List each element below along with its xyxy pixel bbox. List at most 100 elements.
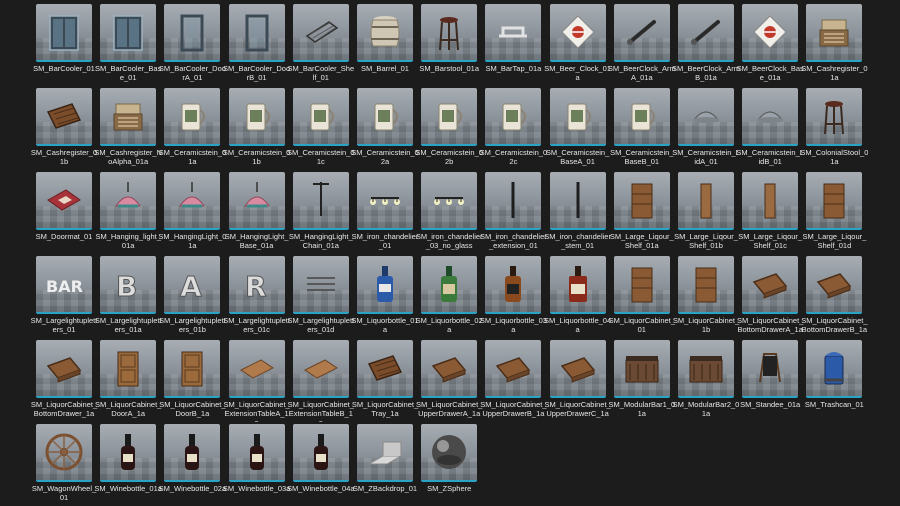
asset-thumbnail[interactable]: R	[228, 256, 285, 314]
asset-thumbnail[interactable]	[292, 4, 349, 62]
asset-thumbnail[interactable]	[742, 4, 799, 62]
asset-thumbnail[interactable]	[36, 88, 92, 146]
asset-tile[interactable]: SM_ColonialStool_01a	[800, 88, 870, 168]
asset-tile[interactable]: B SM_Largelightupletters_01a	[95, 256, 164, 336]
asset-tile[interactable]: SM_Doormat_01	[36, 172, 100, 252]
asset-thumbnail[interactable]	[100, 88, 157, 146]
asset-thumbnail[interactable]	[292, 172, 349, 230]
asset-tile[interactable]: SM_BarCooler_DoorA_01	[159, 4, 228, 84]
asset-tile[interactable]: SM_Ceramicstein_02c	[480, 88, 549, 168]
asset-thumbnail[interactable]	[36, 340, 92, 398]
asset-thumbnail[interactable]	[806, 172, 863, 230]
asset-tile[interactable]: SM_Ceramicstein_LidA_01	[672, 88, 742, 168]
asset-tile[interactable]: SM_BarCooler_Shelf_01	[287, 4, 357, 84]
asset-thumbnail[interactable]	[485, 88, 542, 146]
asset-tile[interactable]: SM_ZBackdrop_01	[353, 424, 421, 504]
asset-thumbnail[interactable]	[100, 172, 157, 230]
asset-tile[interactable]: SM_Barrel_01	[357, 4, 421, 84]
asset-thumbnail[interactable]	[485, 340, 542, 398]
asset-thumbnail[interactable]	[549, 88, 606, 146]
asset-tile[interactable]: SM_ModularBar2_01a	[673, 340, 742, 420]
asset-thumbnail[interactable]	[806, 340, 863, 398]
asset-thumbnail[interactable]	[357, 340, 413, 398]
asset-tile[interactable]: SM_BarCooler_DoorB_01	[223, 4, 293, 84]
asset-tile[interactable]: SM_iron_chandelier_extension_01	[480, 172, 549, 252]
asset-tile[interactable]: SM_iron_chandelier_01	[352, 172, 421, 252]
asset-tile[interactable]: SM_Cashregister_01a	[801, 4, 870, 84]
asset-thumbnail[interactable]	[292, 256, 349, 314]
asset-tile[interactable]: SM_Cashregister_01b	[31, 88, 100, 168]
asset-tile[interactable]: A SM_Largelightupletters_01b	[159, 256, 228, 336]
asset-tile[interactable]: SM_Liquorbottle_04a	[544, 256, 614, 336]
asset-thumbnail[interactable]	[421, 4, 478, 62]
asset-tile[interactable]: SM_Winebottle_03a	[223, 424, 293, 504]
asset-thumbnail[interactable]	[164, 424, 221, 482]
asset-thumbnail[interactable]: BAR	[36, 256, 92, 314]
asset-thumbnail[interactable]	[357, 172, 413, 230]
asset-tile[interactable]: SM_LiquorCabinet_BottomDrawer_1a	[31, 340, 100, 420]
asset-thumbnail[interactable]	[549, 172, 606, 230]
asset-thumbnail[interactable]	[421, 88, 478, 146]
asset-thumbnail[interactable]	[100, 424, 157, 482]
asset-tile[interactable]: SM_Ceramicstein_01b	[223, 88, 293, 168]
asset-thumbnail[interactable]	[292, 88, 349, 146]
asset-thumbnail[interactable]	[485, 256, 542, 314]
asset-tile[interactable]: SM_BeerClock_ArmB_01a	[672, 4, 742, 84]
asset-thumbnail[interactable]	[678, 172, 734, 230]
asset-thumbnail[interactable]	[613, 4, 670, 62]
asset-thumbnail[interactable]	[742, 88, 799, 146]
asset-thumbnail[interactable]	[742, 256, 799, 314]
asset-tile[interactable]: SM_Largelightupletters_01d	[287, 256, 357, 336]
asset-thumbnail[interactable]	[678, 256, 734, 314]
asset-tile[interactable]: SM_Ceramicstein_02a	[351, 88, 421, 168]
asset-thumbnail[interactable]	[228, 88, 285, 146]
asset-thumbnail[interactable]	[357, 4, 413, 62]
asset-tile[interactable]: SM_Standee_01a	[740, 340, 806, 420]
asset-thumbnail[interactable]	[613, 88, 670, 146]
asset-thumbnail[interactable]	[485, 172, 542, 230]
asset-tile[interactable]: SM_LiquorCabinet_Tray_1a	[352, 340, 421, 420]
asset-tile[interactable]: BAR SM_Largelightupletters_01	[31, 256, 100, 336]
asset-thumbnail[interactable]	[678, 88, 734, 146]
asset-tile[interactable]: SM_Liquorbottle_02a	[416, 256, 485, 336]
asset-tile[interactable]: SM_BarCooler_01	[33, 4, 100, 84]
asset-tile[interactable]: SM_Ceramicstein_LidB_01	[736, 88, 806, 168]
asset-tile[interactable]: SM_ModularBar1_01a	[608, 340, 678, 420]
asset-tile[interactable]: SM_Ceramicstein_BaseB_01	[610, 88, 678, 168]
asset-thumbnail[interactable]	[421, 424, 478, 482]
asset-tile[interactable]: SM_Cashregister_NoAlpha_01a	[94, 88, 164, 168]
asset-thumbnail[interactable]	[678, 4, 734, 62]
asset-tile[interactable]: SM_Beer_Clock_01a	[544, 4, 614, 84]
asset-thumbnail[interactable]	[549, 256, 606, 314]
asset-tile[interactable]: SM_BeerClock_Base_01a	[737, 4, 806, 84]
asset-thumbnail[interactable]	[421, 340, 478, 398]
asset-tile[interactable]: SM_LiquorCabinet_01	[609, 256, 678, 336]
asset-tile[interactable]: SM_Hanging_light_01a	[95, 172, 164, 252]
asset-tile[interactable]: SM_Winebottle_02a	[159, 424, 228, 504]
asset-thumbnail[interactable]	[292, 340, 349, 398]
asset-thumbnail[interactable]	[228, 424, 285, 482]
asset-thumbnail[interactable]	[806, 256, 863, 314]
asset-thumbnail[interactable]	[549, 4, 606, 62]
asset-thumbnail[interactable]	[228, 340, 285, 398]
asset-thumbnail[interactable]	[357, 256, 413, 314]
asset-tile[interactable]: SM_LiquorCabinet_DoorB_1a	[159, 340, 228, 420]
asset-tile[interactable]: SM_Ceramicstein_BaseA_01	[546, 88, 614, 168]
asset-thumbnail[interactable]	[228, 172, 285, 230]
asset-tile[interactable]: R SM_Largelightupletters_01c	[223, 256, 293, 336]
asset-thumbnail[interactable]: A	[164, 256, 221, 314]
asset-tile[interactable]: SM_iron_chandelier_03_no_glass	[416, 172, 485, 252]
asset-thumbnail[interactable]	[485, 4, 542, 62]
asset-thumbnail[interactable]	[806, 4, 863, 62]
asset-thumbnail[interactable]: B	[100, 256, 157, 314]
asset-tile[interactable]: SM_WagonWheel_01	[32, 424, 100, 504]
asset-tile[interactable]: SM_LiquorCabinet_DoorA_1a	[95, 340, 164, 420]
asset-tile[interactable]: SM_LiquorCabinet_ExtensionTableB_1a	[288, 340, 357, 422]
asset-tile[interactable]: SM_LiquorCabinet_ExtensionTableA_1a	[223, 340, 293, 422]
asset-tile[interactable]: SM_HangingLight_01a	[158, 172, 228, 252]
asset-tile[interactable]: SM_Liquorbottle_03a	[480, 256, 549, 336]
asset-tile[interactable]: SM_LiquorCabinet_1b	[673, 256, 742, 336]
asset-tile[interactable]: SM_Barstool_01a	[419, 4, 485, 84]
asset-tile[interactable]: SM_LiquorCabinet_UpperDrawerB_1a	[480, 340, 549, 420]
asset-thumbnail[interactable]	[36, 4, 92, 62]
